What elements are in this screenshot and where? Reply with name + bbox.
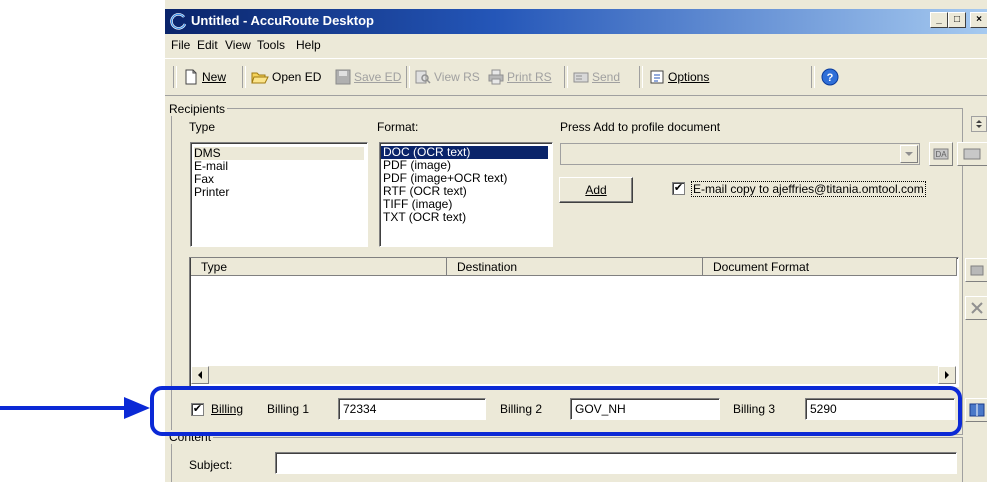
- edit-recipient-button[interactable]: [965, 258, 987, 282]
- save-ed-label: Save ED: [354, 70, 402, 84]
- edit-recipient-icon: [970, 265, 984, 276]
- toolbar: New Open ED Save ED View RS Print RS Sen…: [165, 58, 987, 96]
- view-rs-button[interactable]: View RS: [415, 68, 480, 86]
- menu-help[interactable]: Help: [296, 38, 321, 52]
- horizontal-scrollbar[interactable]: [191, 366, 956, 384]
- menu-file[interactable]: File: [171, 38, 190, 52]
- send-button[interactable]: Send: [573, 68, 620, 86]
- chevron-down-icon: [905, 152, 913, 156]
- options-button[interactable]: Options: [649, 68, 709, 86]
- minimize-button[interactable]: _: [930, 12, 948, 28]
- send-label: Send: [592, 70, 621, 84]
- subject-input[interactable]: [275, 452, 957, 474]
- type-option-printer[interactable]: Printer: [194, 186, 229, 199]
- column-header-destination[interactable]: Destination: [447, 258, 703, 276]
- menu-edit[interactable]: Edit: [197, 38, 218, 52]
- collapse-button[interactable]: [971, 116, 987, 132]
- type-listbox[interactable]: DMS E-mail Fax Printer: [190, 142, 368, 247]
- new-label: New: [202, 70, 227, 84]
- new-document-icon: [185, 69, 197, 85]
- recipients-table[interactable]: Type Destination Document Format: [189, 257, 959, 387]
- menu-view[interactable]: View: [225, 38, 251, 52]
- format-listbox[interactable]: DOC (OCR text) PDF (image) PDF (image+OC…: [379, 142, 553, 247]
- email-copy-label[interactable]: E-mail copy to ajeffries@titania.omtool.…: [691, 181, 926, 197]
- svg-text:?: ?: [827, 72, 834, 84]
- help-button[interactable]: ?: [821, 68, 842, 86]
- annotation-arrow: [0, 397, 150, 419]
- save-ed-button[interactable]: Save ED: [335, 68, 401, 86]
- app-icon: [170, 13, 187, 30]
- print-rs-button[interactable]: Print RS: [488, 68, 552, 86]
- title-bar[interactable]: Untitled - AccuRoute Desktop _ □ ×: [165, 9, 987, 34]
- email-copy-checkbox[interactable]: ✔: [672, 182, 685, 195]
- toolbar-separator: [173, 66, 177, 88]
- profile-label: Press Add to profile document: [560, 120, 721, 134]
- view-magnifier-icon: [415, 70, 431, 84]
- annotation-highlight-box: [150, 386, 962, 436]
- new-button[interactable]: New: [183, 68, 226, 86]
- column-header-type[interactable]: Type: [191, 258, 447, 276]
- close-button[interactable]: ×: [970, 12, 987, 28]
- open-ed-label: Open ED: [272, 70, 322, 84]
- toolbar-separator: [406, 66, 410, 88]
- toolbar-separator: [639, 66, 643, 88]
- maximize-button[interactable]: □: [948, 12, 966, 28]
- format-option-txt[interactable]: TXT (OCR text): [383, 211, 466, 224]
- collapse-icon: [976, 120, 982, 128]
- profile-combobox[interactable]: [560, 143, 920, 165]
- arrow-left-icon: [198, 371, 202, 379]
- menu-bar: File Edit View Tools Help: [165, 34, 987, 56]
- scroll-right-button[interactable]: [938, 366, 956, 384]
- save-disk-icon: [335, 69, 351, 85]
- toolbar-separator: [564, 66, 568, 88]
- lookup-icon: DA: [933, 148, 949, 160]
- delete-recipient-button[interactable]: [965, 296, 987, 320]
- help-icon: ?: [821, 68, 839, 86]
- window-title: Untitled - AccuRoute Desktop: [191, 13, 374, 28]
- open-ed-button[interactable]: Open ED: [251, 68, 321, 86]
- options-label: Options: [668, 70, 710, 84]
- add-label: Add: [585, 183, 607, 197]
- scroll-left-button[interactable]: [191, 366, 209, 384]
- profile-properties-button[interactable]: [957, 142, 987, 166]
- print-rs-label: Print RS: [507, 70, 552, 84]
- options-icon: [650, 70, 664, 84]
- type-label: Type: [189, 120, 216, 134]
- format-label: Format:: [377, 120, 419, 134]
- toolbar-separator: [811, 66, 815, 88]
- dropdown-button[interactable]: [900, 145, 918, 163]
- billing-lookup-button[interactable]: [965, 398, 987, 422]
- properties-icon: [963, 148, 981, 160]
- arrow-right-icon: [945, 371, 949, 379]
- add-button[interactable]: Add: [559, 177, 633, 203]
- delete-x-icon: [971, 302, 983, 314]
- toolbar-separator: [242, 66, 246, 88]
- menu-tools[interactable]: Tools: [257, 38, 285, 52]
- recipients-group-label: Recipients: [169, 102, 228, 116]
- view-rs-label: View RS: [434, 70, 480, 84]
- open-folder-icon: [251, 72, 269, 84]
- subject-label: Subject:: [189, 458, 233, 472]
- column-header-document-format[interactable]: Document Format: [703, 258, 957, 276]
- printer-icon: [488, 69, 504, 85]
- svg-text:DA: DA: [935, 150, 947, 159]
- profile-lookup-button[interactable]: DA: [929, 142, 953, 166]
- send-icon: [573, 72, 589, 83]
- book-icon: [969, 403, 985, 417]
